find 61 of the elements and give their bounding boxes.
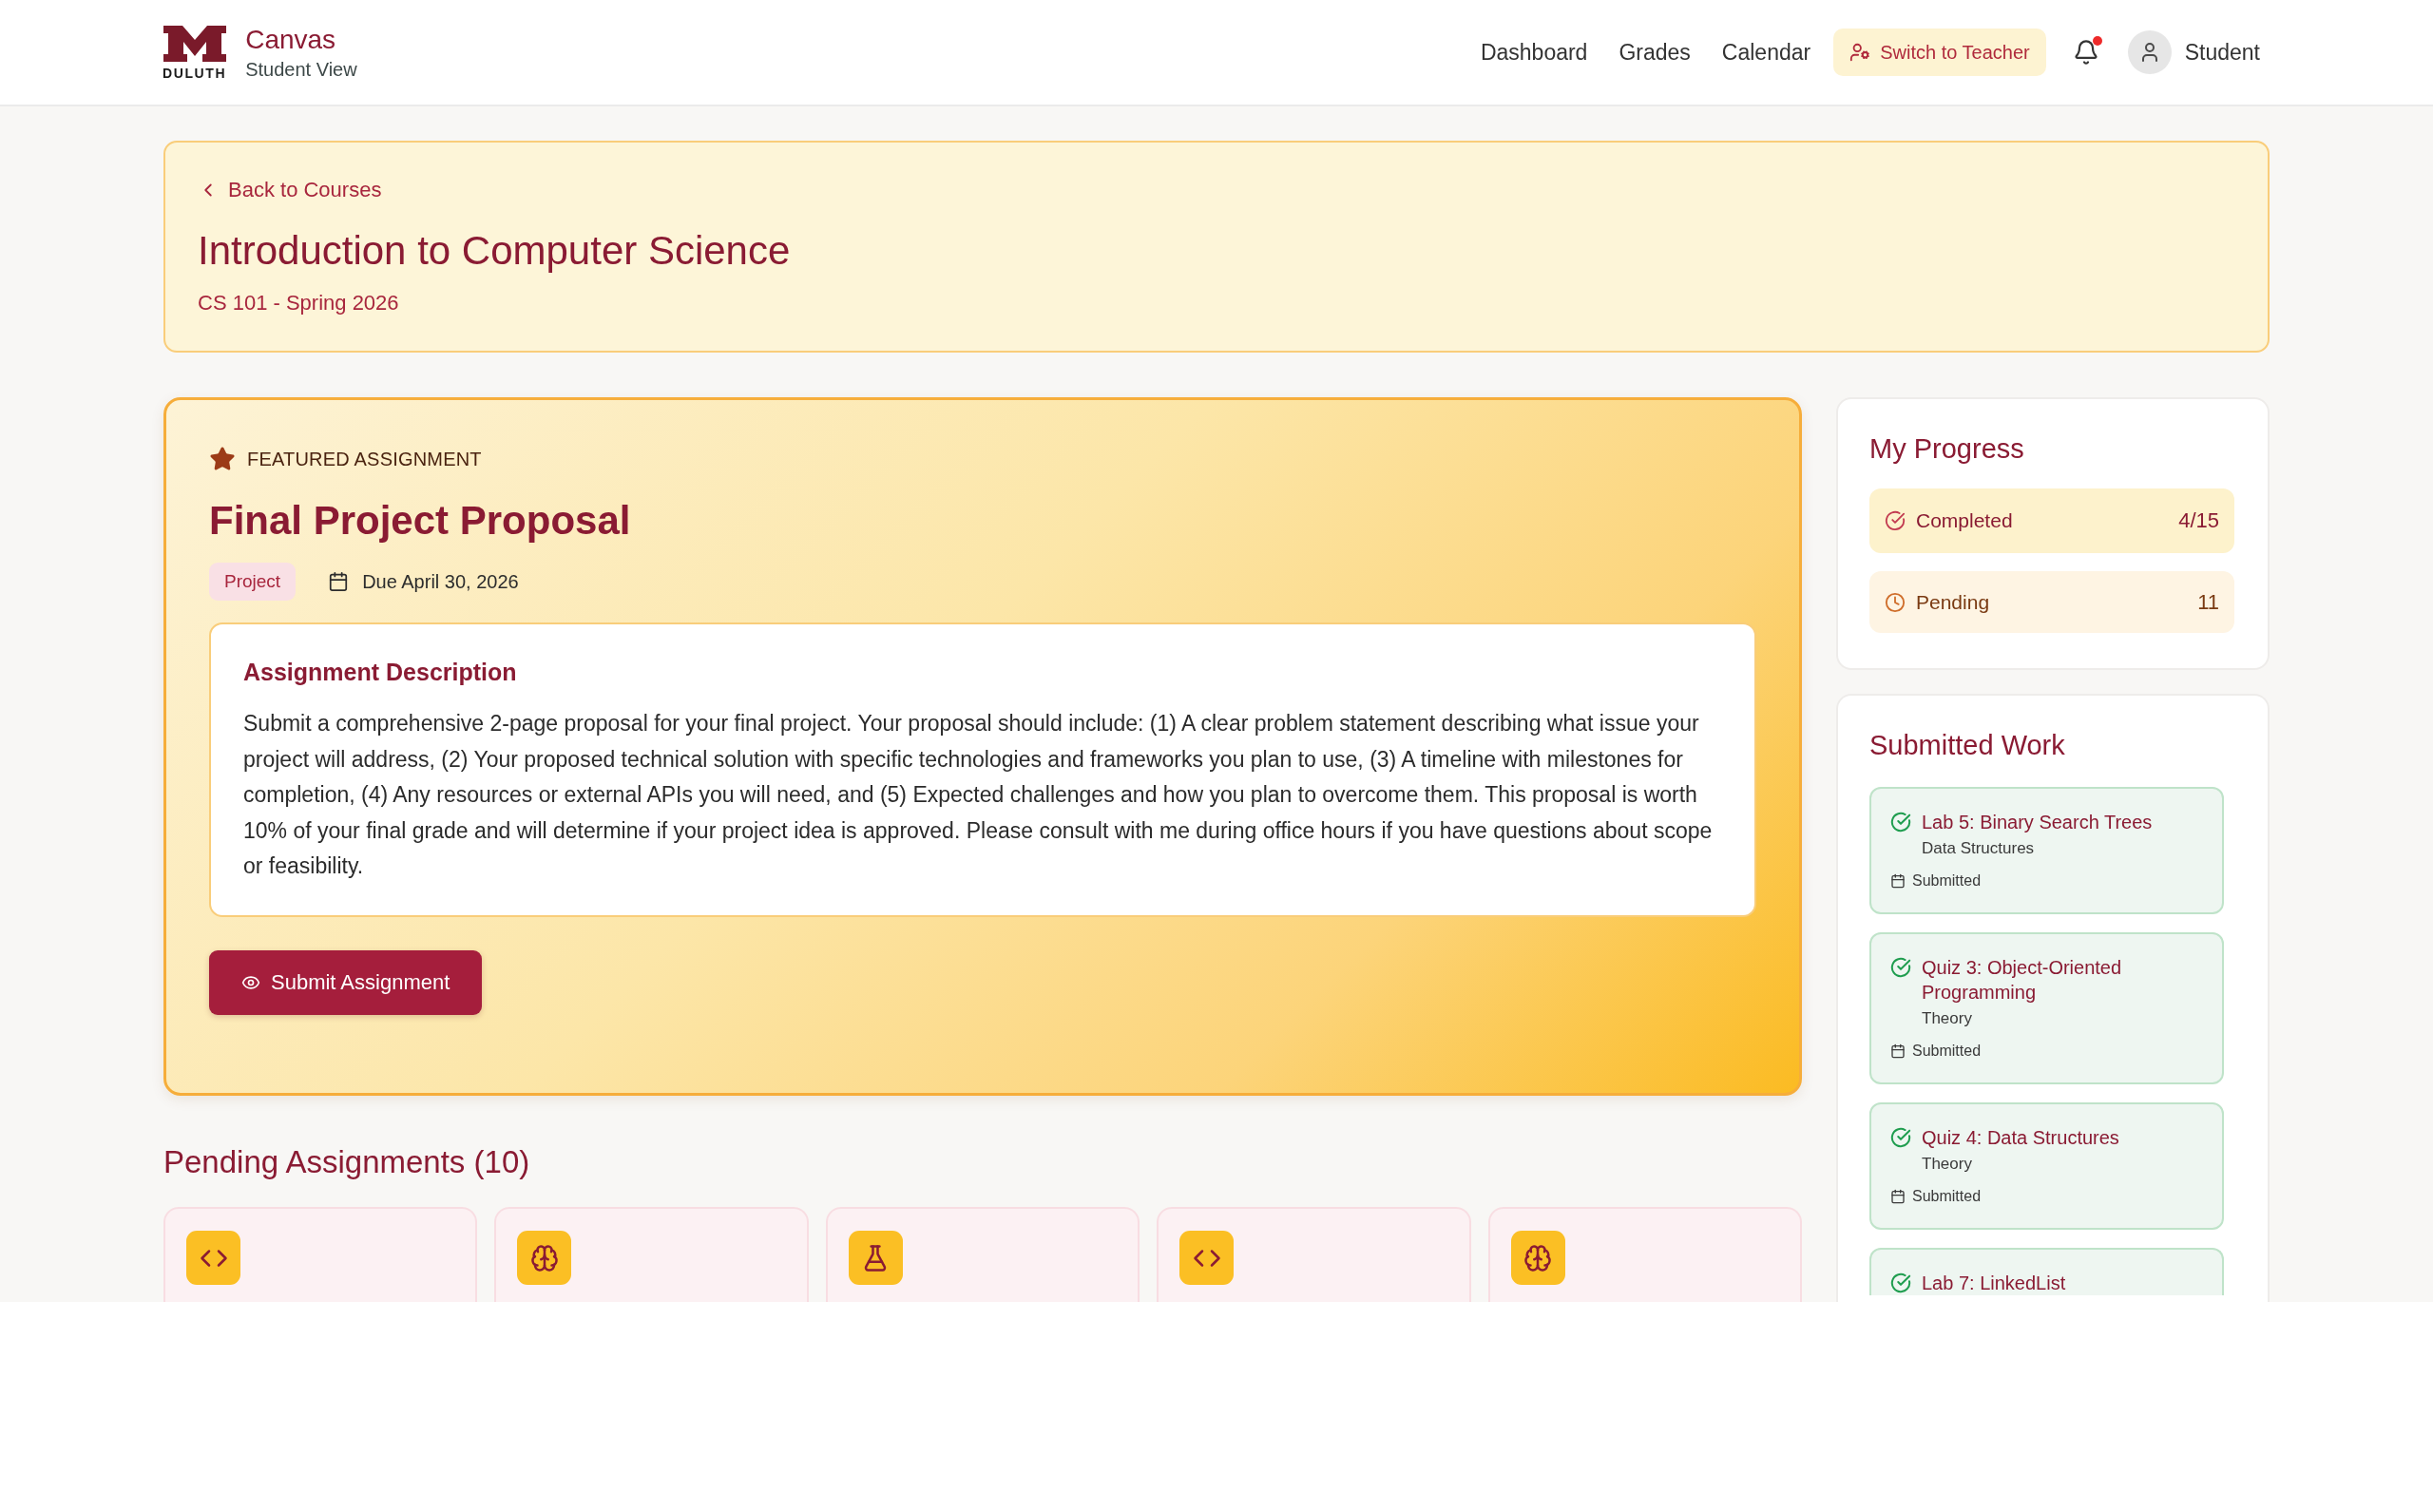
calendar-icon [328, 571, 350, 592]
panel-heading: Submitted Work [1869, 729, 2066, 762]
assignment-card[interactable] [1157, 1207, 1471, 1302]
calendar-icon [1890, 873, 1906, 889]
code-icon [186, 1231, 240, 1285]
description-text: Submit a comprehensive 2-page proposal for your final project. Your proposal should include: (1) A clear problem statement describing what issue your project will address, (2) Your proposed technical solution with specific technologies and frameworks you plan to use, (3) A timeline with milestones for completion, (4) Any resources or external APIs you will need, and (5) Expected challenges and how you plan to overcome them. This proposal is worth 10% of your final grade and will determine if your project idea is approved. Please consult with me during office hours if you have questions about scope or feasibility. [243, 710, 1714, 880]
view-label: Student View [245, 58, 357, 81]
section-heading: Pending Assignments (10) [163, 1143, 531, 1181]
stat-label: Completed [1916, 509, 2014, 532]
submission-title: Lab 5: Binary Search Trees [1922, 811, 2153, 834]
star-icon [209, 446, 236, 472]
notifications-button[interactable] [2072, 39, 2099, 66]
description-heading: Assignment Description [243, 658, 518, 687]
logo-wordmark: DULUTH [163, 66, 227, 80]
user-menu-button[interactable]: Student [2127, 30, 2260, 74]
course-code: CS 101 - Spring 2026 [198, 290, 399, 316]
code-icon [1179, 1231, 1235, 1285]
submission-status: Submitted [1912, 871, 1982, 890]
calendar-icon [1890, 1189, 1906, 1204]
stat-label: Pending [1916, 590, 1991, 614]
course-title: Introduction to Computer Science [198, 227, 791, 275]
check-circle-icon [1890, 1273, 1911, 1293]
submission-status: Submitted [1912, 1187, 1982, 1206]
flask-icon [848, 1231, 903, 1285]
check-circle-icon [1890, 812, 1911, 833]
nav-link[interactable]: Dashboard [1480, 39, 1588, 66]
stat-value: 4/15 [2178, 508, 2219, 533]
assignment-card[interactable] [163, 1207, 478, 1302]
submission-title: Quiz 3: Object-Oriented Programming [1922, 956, 2123, 1005]
avatar-icon [2127, 30, 2172, 74]
bell-icon [2072, 39, 2099, 66]
submit-button[interactable]: Submit Assignment [209, 949, 483, 1015]
assignment-tag: Project [209, 563, 297, 601]
brain-icon [1510, 1231, 1565, 1285]
logo-icon [163, 25, 226, 62]
assignment-card[interactable] [825, 1207, 1140, 1302]
panel-heading: My Progress [1869, 432, 2025, 466]
user-gear-icon [1849, 42, 1871, 63]
featured-label: FEATURED ASSIGNMENT [247, 448, 482, 470]
back-link[interactable]: Back to Courses [198, 177, 382, 203]
check-circle-icon [1885, 510, 1906, 531]
check-circle-icon [1890, 957, 1911, 978]
assignment-card[interactable] [494, 1207, 809, 1302]
submission-category: Theory [1922, 1154, 1973, 1175]
app-title: Canvas [245, 24, 337, 56]
clock-icon [1885, 591, 1906, 613]
nav-link[interactable]: Calendar [1721, 39, 1811, 66]
check-circle-icon [1890, 1127, 1911, 1148]
submission-category: Theory [1922, 1008, 1973, 1029]
switch-role-button[interactable]: Switch to Teacher [1833, 29, 2046, 76]
submission-title: Quiz 4: Data Structures [1922, 1126, 2119, 1150]
submission-status: Submitted [1912, 1042, 1982, 1061]
submission-category: Data Structures [1922, 838, 2036, 859]
submission-title: Lab 7: LinkedList [1922, 1272, 2066, 1295]
stat-value: 11 [2197, 589, 2219, 615]
calendar-icon [1890, 1043, 1906, 1059]
assignment-card[interactable] [1487, 1207, 1802, 1302]
assignment-title: Final Project Proposal [209, 497, 631, 545]
brain-icon [517, 1231, 572, 1285]
due-date: Due April 30, 2026 [362, 570, 519, 593]
nav-link[interactable]: Grades [1619, 39, 1691, 66]
